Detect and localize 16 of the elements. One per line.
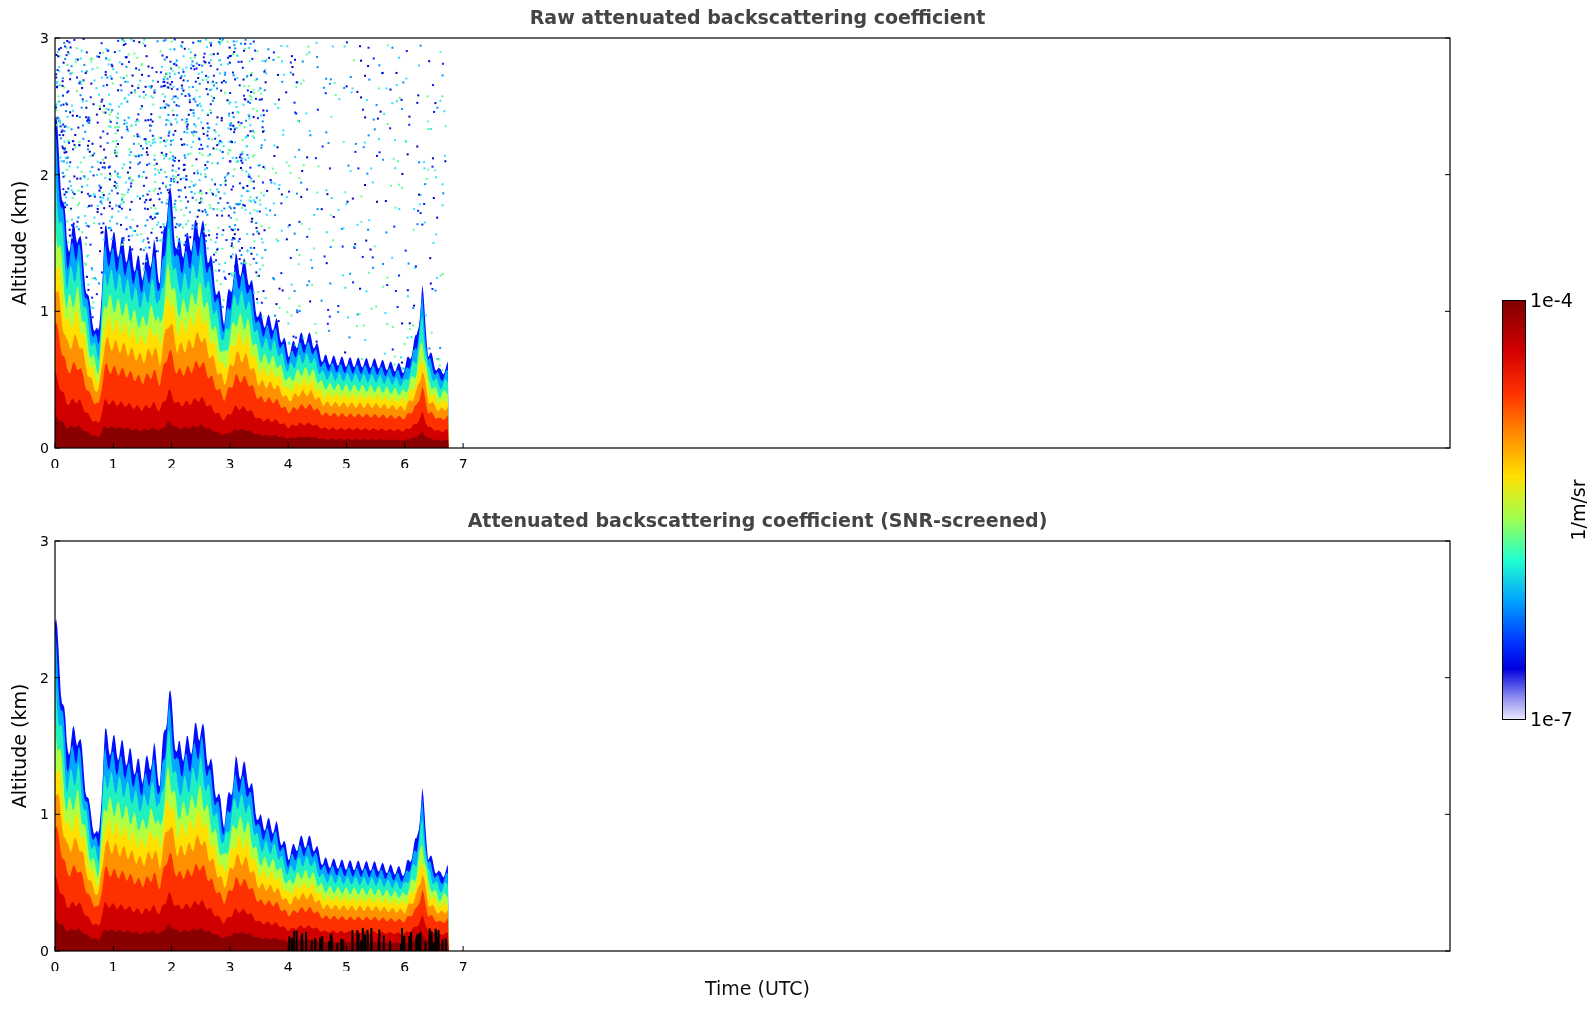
tick-label: 1 bbox=[40, 806, 49, 823]
tick-label: 1 bbox=[40, 303, 49, 320]
tick-label: 2 bbox=[40, 669, 49, 686]
colorbar-label: 1/m/sr bbox=[1567, 479, 1589, 541]
axis-label: Altitude (km) bbox=[8, 180, 30, 306]
axis-label: Time (UTC) bbox=[705, 977, 810, 999]
tick-label: 3 bbox=[40, 30, 49, 46]
tick-label: 0 bbox=[40, 943, 49, 959]
panel-title: Raw attenuated backscattering coefficient bbox=[529, 6, 986, 28]
tick-label: 0 bbox=[40, 440, 49, 456]
tick-label: 3 bbox=[40, 533, 49, 549]
tick-label: 2 bbox=[40, 166, 49, 183]
panel-title: Attenuated backscattering coefficient (SNR-screened) bbox=[467, 509, 1048, 531]
axis-label: Altitude (km) bbox=[8, 683, 30, 809]
colorbar-tick-label: 1e-4 bbox=[1530, 291, 1570, 310]
colorbar-tick-label: 1e-7 bbox=[1530, 710, 1570, 729]
